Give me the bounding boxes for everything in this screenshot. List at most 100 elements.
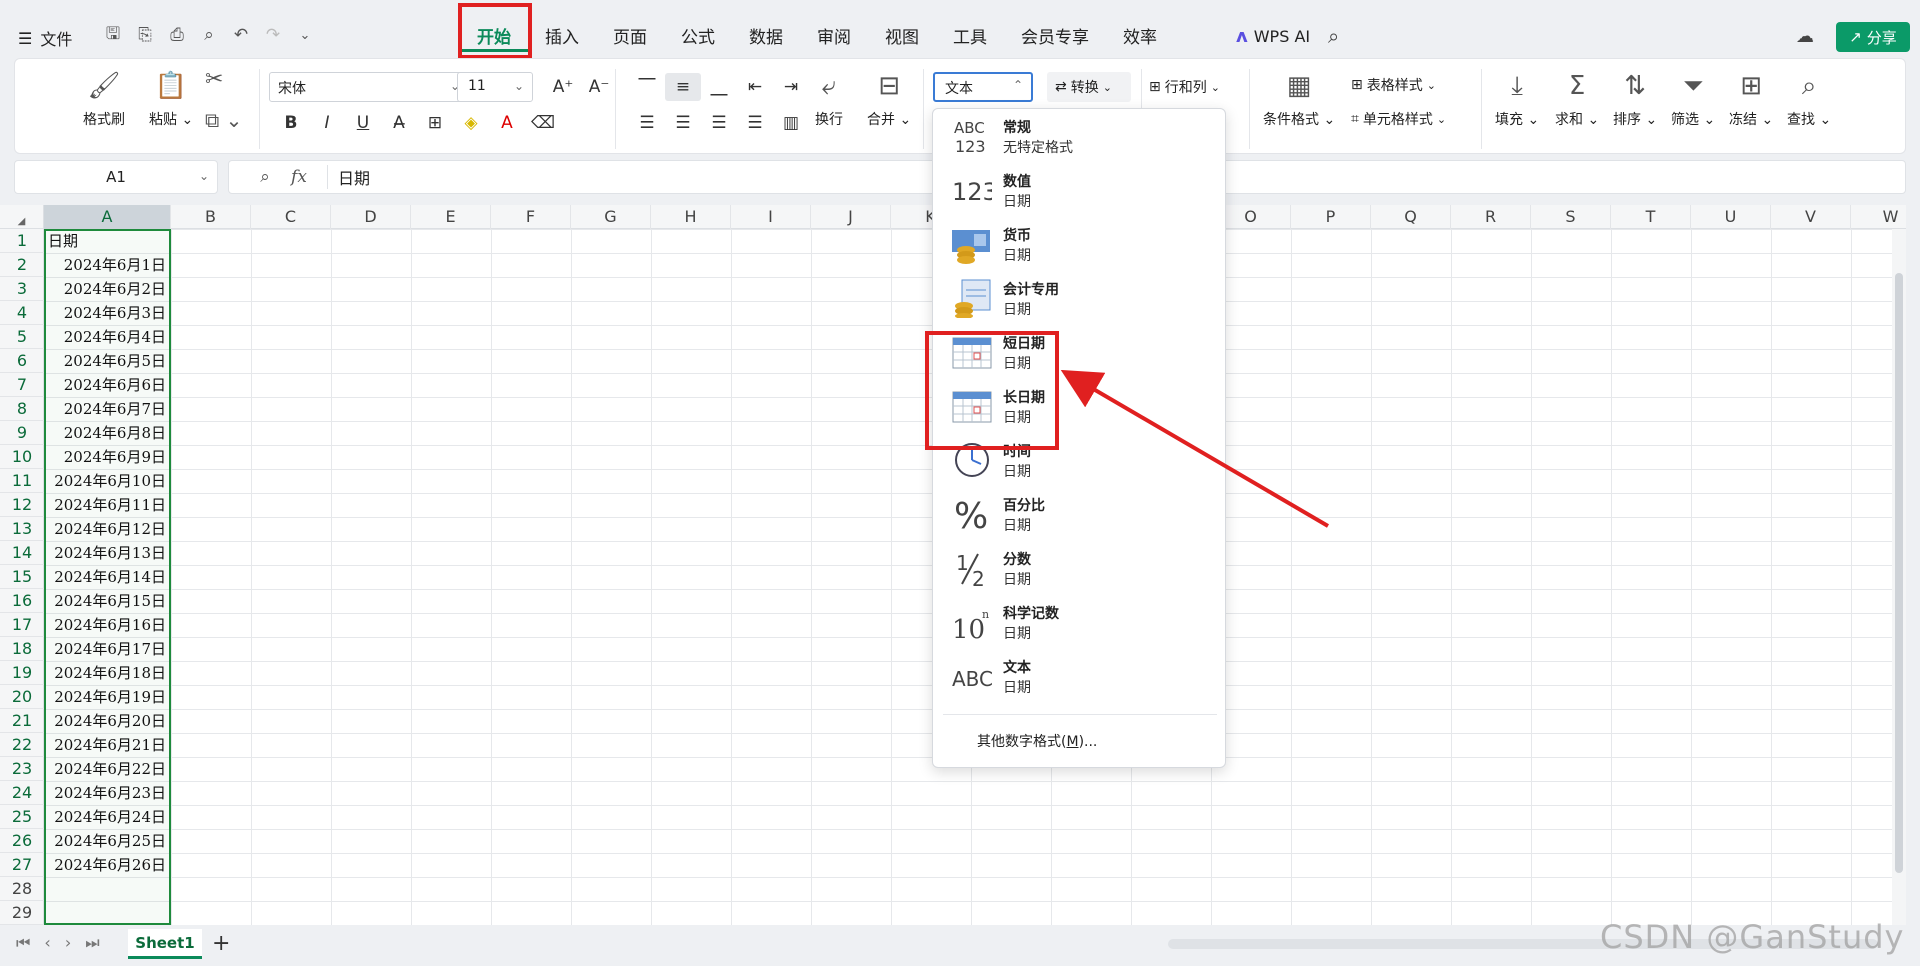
align-top-icon[interactable]: ⎺: [629, 73, 665, 101]
sort-button[interactable]: ⇅ 排序 ⌄: [1613, 69, 1657, 129]
column-header-f[interactable]: F: [491, 205, 571, 229]
column-header-t[interactable]: T: [1611, 205, 1691, 229]
row-header-28[interactable]: 28: [0, 877, 44, 901]
row-header-29[interactable]: 29: [0, 901, 44, 925]
column-header-j[interactable]: J: [811, 205, 891, 229]
row-header-15[interactable]: 15: [0, 565, 44, 589]
vertical-scrollbar[interactable]: [1892, 229, 1906, 925]
cell-a4[interactable]: 2024年6月3日: [44, 301, 170, 325]
search-icon[interactable]: ⌕: [1328, 24, 1339, 48]
last-sheet-icon[interactable]: ⏭: [85, 933, 99, 953]
cell-a21[interactable]: 2024年6月20日: [44, 709, 170, 733]
column-header-a[interactable]: A: [44, 205, 171, 229]
redo-icon[interactable]: ↷: [262, 24, 284, 46]
table-style-button[interactable]: ⊞ 表格样式 ⌄: [1351, 75, 1436, 95]
row-header-6[interactable]: 6: [0, 349, 44, 373]
cell-a12[interactable]: 2024年6月11日: [44, 493, 170, 517]
column-header-i[interactable]: I: [731, 205, 811, 229]
number-format-select[interactable]: 文本 ⌃: [933, 72, 1033, 102]
underline-icon[interactable]: U: [345, 109, 381, 137]
copy-button[interactable]: ⧉ ⌄: [205, 103, 242, 137]
cell-a13[interactable]: 2024年6月12日: [44, 517, 170, 541]
export-icon[interactable]: ⎘: [134, 24, 156, 46]
row-header-20[interactable]: 20: [0, 685, 44, 709]
share-button[interactable]: ↗ 分享: [1836, 22, 1910, 52]
tab-review[interactable]: 审阅: [800, 24, 868, 52]
row-header-25[interactable]: 25: [0, 805, 44, 829]
print-icon[interactable]: ⎙: [166, 24, 188, 46]
cell-a28[interactable]: [44, 877, 170, 901]
indent-increase-icon[interactable]: ⇥: [773, 73, 809, 101]
name-box[interactable]: A1 ⌄: [14, 160, 218, 194]
column-header-u[interactable]: U: [1691, 205, 1771, 229]
paste-button[interactable]: 📋 粘贴 ⌄: [149, 69, 193, 129]
eraser-icon[interactable]: ⌫: [525, 109, 561, 137]
cell-a10[interactable]: 2024年6月9日: [44, 445, 170, 469]
italic-icon[interactable]: I: [309, 109, 345, 137]
wps-ai-button[interactable]: ᴧ WPS AI: [1236, 26, 1310, 47]
row-header-9[interactable]: 9: [0, 421, 44, 445]
format-fraction[interactable]: 12 分数 日期: [933, 541, 1227, 595]
cell-a20[interactable]: 2024年6月19日: [44, 685, 170, 709]
filter-button[interactable]: ⏷ 筛选 ⌄: [1671, 69, 1715, 129]
cell-a11[interactable]: 2024年6月10日: [44, 469, 170, 493]
row-header-5[interactable]: 5: [0, 325, 44, 349]
wrap-text-button[interactable]: ⤶ 换行: [815, 69, 843, 129]
row-header-26[interactable]: 26: [0, 829, 44, 853]
cell-a27[interactable]: 2024年6月26日: [44, 853, 170, 877]
fill-color-icon[interactable]: ◈: [453, 109, 489, 137]
justify-icon[interactable]: ☰: [737, 109, 773, 137]
row-header-22[interactable]: 22: [0, 733, 44, 757]
row-header-4[interactable]: 4: [0, 301, 44, 325]
format-accounting[interactable]: 会计专用 日期: [933, 271, 1227, 325]
cell-a22[interactable]: 2024年6月21日: [44, 733, 170, 757]
sum-button[interactable]: Σ 求和 ⌄: [1555, 69, 1599, 129]
format-scientific[interactable]: 10 n 科学记数 日期: [933, 595, 1227, 649]
row-header-11[interactable]: 11: [0, 469, 44, 493]
column-header-h[interactable]: H: [651, 205, 731, 229]
column-header-e[interactable]: E: [411, 205, 491, 229]
cell-a2[interactable]: 2024年6月1日: [44, 253, 170, 277]
formula-input[interactable]: 日期: [327, 165, 370, 189]
tab-formula[interactable]: 公式: [664, 24, 732, 52]
cell-a23[interactable]: 2024年6月22日: [44, 757, 170, 781]
row-header-18[interactable]: 18: [0, 637, 44, 661]
sheet-tab-sheet1[interactable]: Sheet1: [128, 929, 202, 959]
first-sheet-icon[interactable]: ⏮: [16, 933, 30, 953]
undo-icon[interactable]: ↶: [230, 24, 252, 46]
cell-a16[interactable]: 2024年6月15日: [44, 589, 170, 613]
row-header-10[interactable]: 10: [0, 445, 44, 469]
save-icon[interactable]: 🖫: [102, 24, 124, 46]
cell-a26[interactable]: 2024年6月25日: [44, 829, 170, 853]
cell-a7[interactable]: 2024年6月6日: [44, 373, 170, 397]
row-header-27[interactable]: 27: [0, 853, 44, 877]
cell-a8[interactable]: 2024年6月7日: [44, 397, 170, 421]
chevron-down-icon[interactable]: ⌄: [294, 24, 316, 46]
cell-a6[interactable]: 2024年6月5日: [44, 349, 170, 373]
format-number[interactable]: 123 数值 日期: [933, 163, 1227, 217]
file-menu[interactable]: ☰ 文件: [18, 26, 72, 50]
row-col-button[interactable]: ⊞ 行和列 ⌄: [1149, 77, 1220, 97]
cell-a17[interactable]: 2024年6月16日: [44, 613, 170, 637]
prev-sheet-icon[interactable]: ‹: [44, 933, 50, 953]
select-all-corner[interactable]: ◢: [0, 205, 44, 229]
font-name-select[interactable]: 宋体 ⌄: [269, 72, 469, 102]
align-middle-icon[interactable]: ≡: [665, 73, 701, 101]
column-header-d[interactable]: D: [331, 205, 411, 229]
row-header-21[interactable]: 21: [0, 709, 44, 733]
border-icon[interactable]: ⊞: [417, 109, 453, 137]
cell-a19[interactable]: 2024年6月18日: [44, 661, 170, 685]
add-sheet-icon[interactable]: +: [212, 931, 230, 956]
column-header-b[interactable]: B: [171, 205, 251, 229]
row-header-16[interactable]: 16: [0, 589, 44, 613]
column-header-p[interactable]: P: [1291, 205, 1371, 229]
row-header-1[interactable]: 1: [0, 229, 44, 253]
tab-member[interactable]: 会员专享: [1004, 24, 1106, 52]
tab-efficiency[interactable]: 效率: [1106, 24, 1174, 52]
cell-a1[interactable]: 日期: [44, 229, 170, 253]
cloud-upload-icon[interactable]: ☁: [1796, 26, 1814, 47]
cell-a15[interactable]: 2024年6月14日: [44, 565, 170, 589]
freeze-button[interactable]: ⊞ 冻结 ⌄: [1729, 69, 1773, 129]
font-color-icon[interactable]: A: [489, 109, 525, 137]
format-text[interactable]: ABC 文本 日期: [933, 649, 1227, 703]
